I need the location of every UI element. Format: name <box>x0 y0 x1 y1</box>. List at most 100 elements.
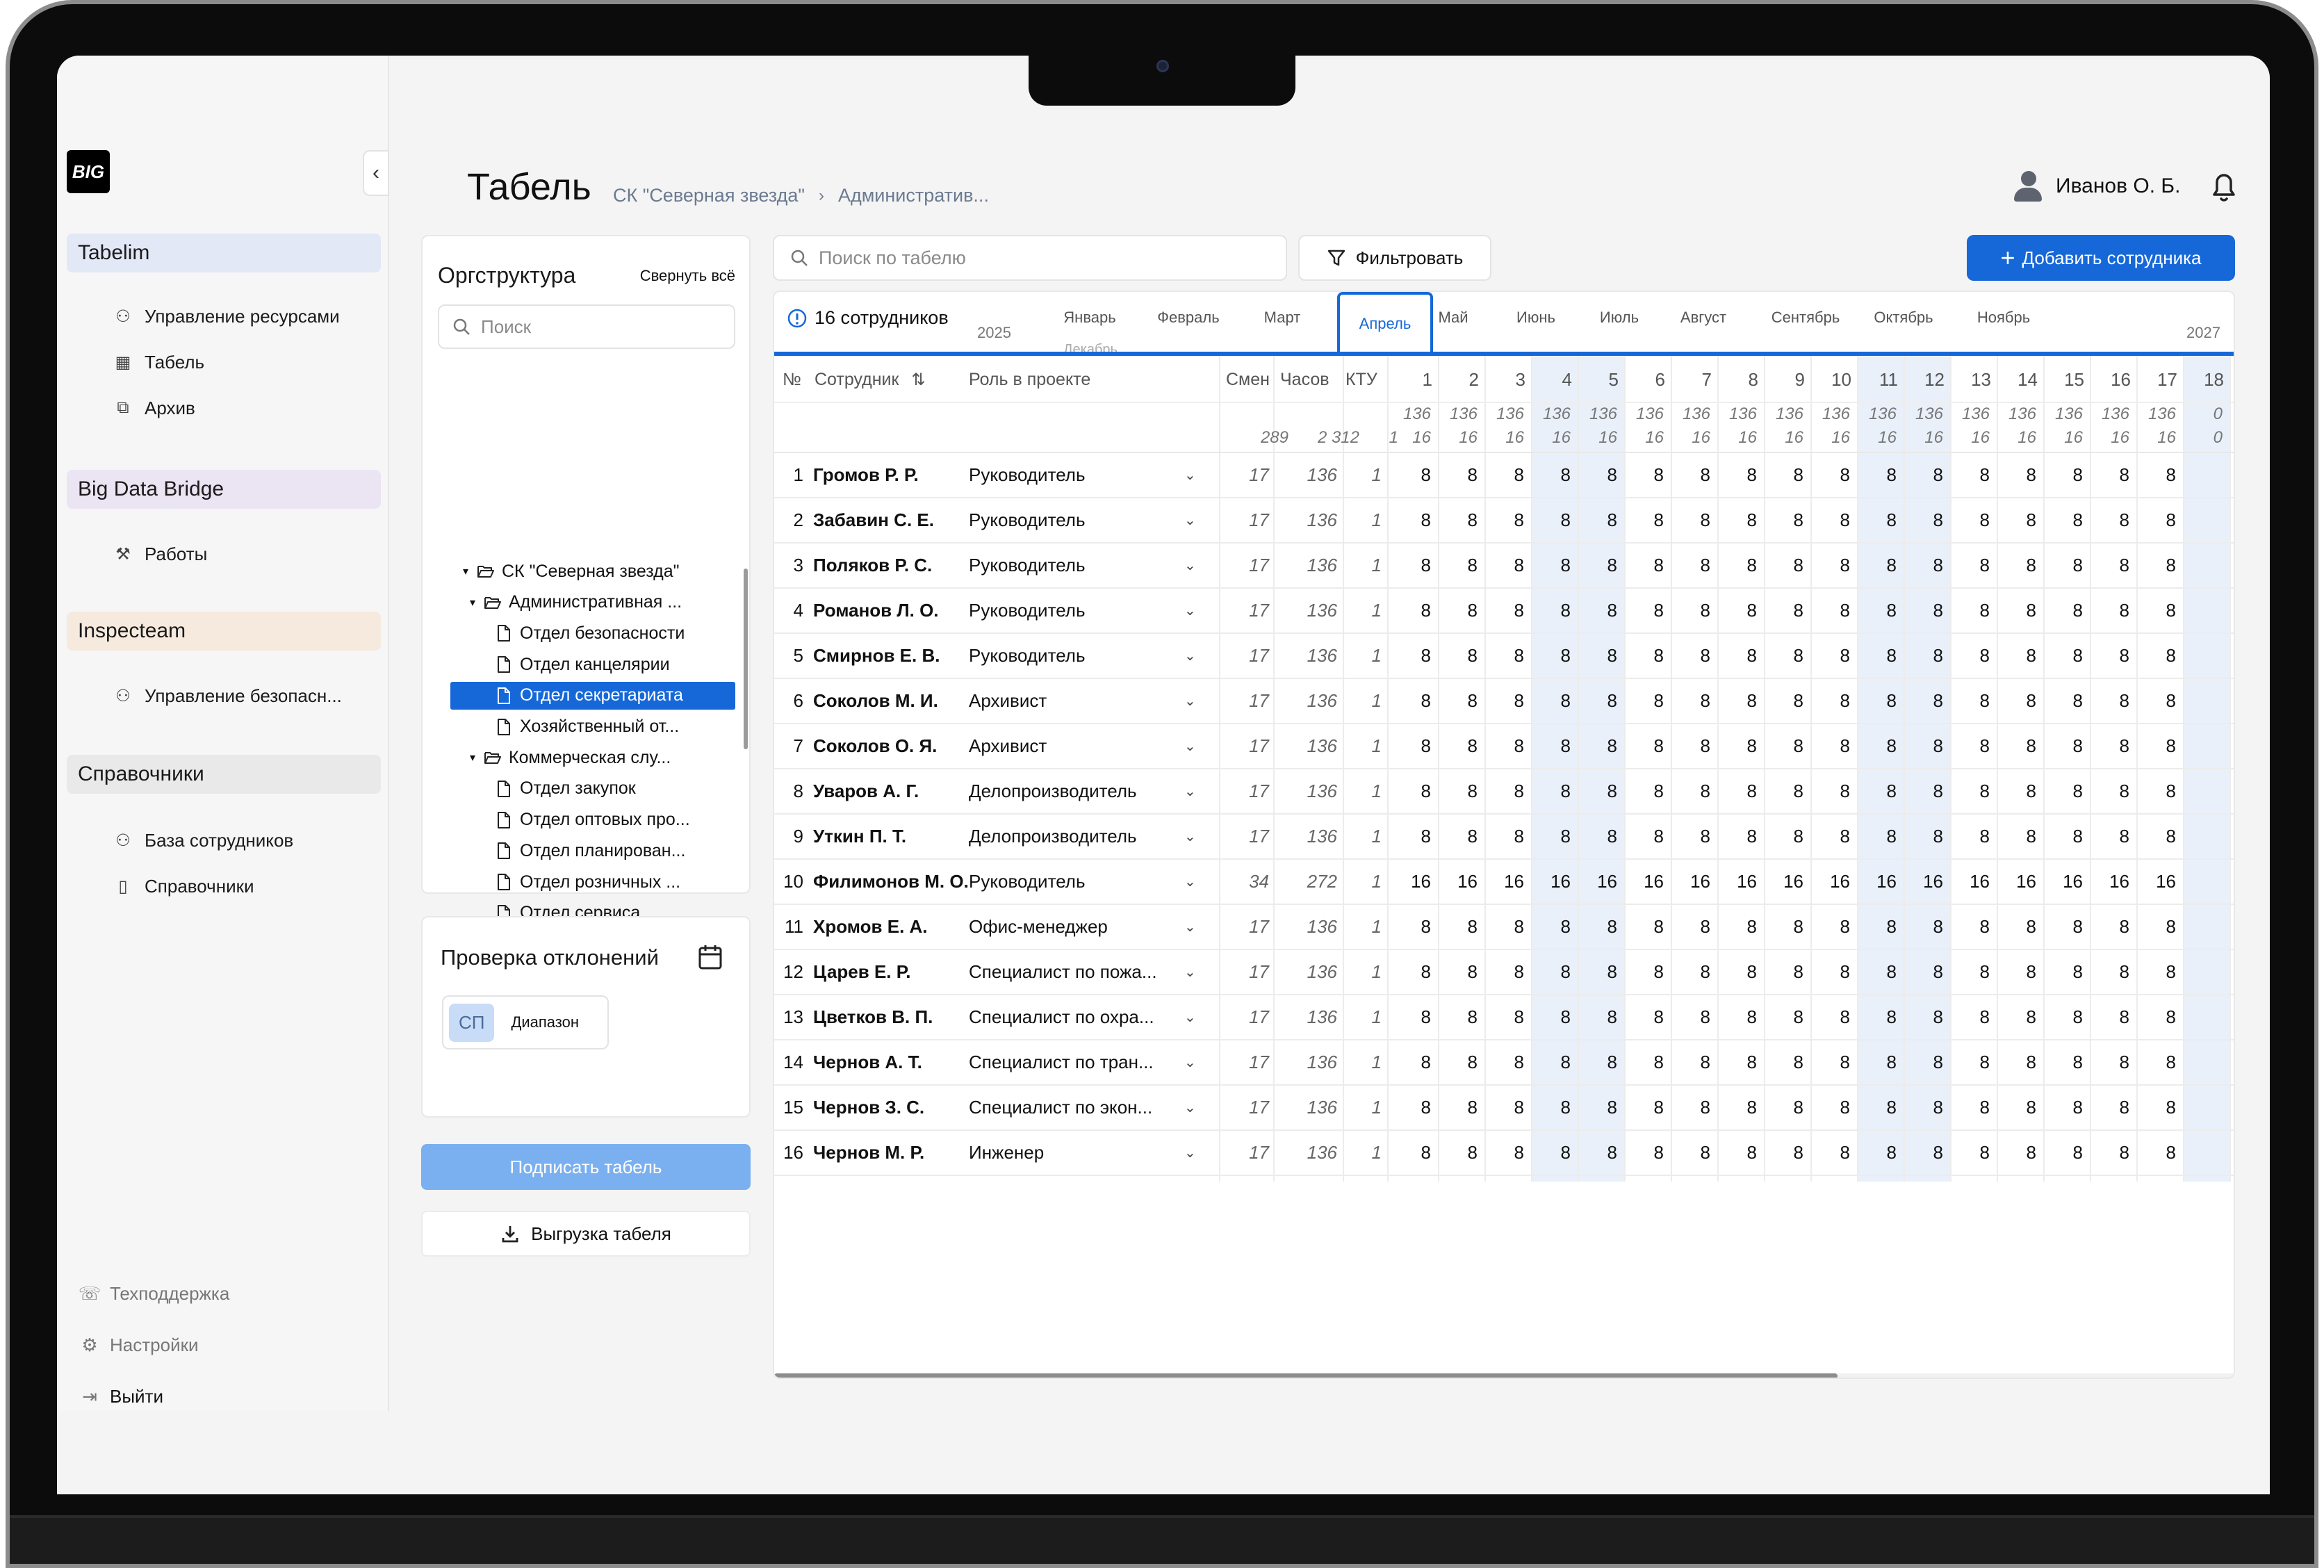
day-cell[interactable]: 8 <box>1904 1086 1943 1129</box>
sidebar-item-0-1[interactable]: ▦ Табель <box>110 345 204 379</box>
day-cell[interactable]: 8 <box>1484 905 1524 949</box>
day-cell[interactable]: 8 <box>2136 589 2176 632</box>
day-cell[interactable]: 8 <box>1950 634 1990 678</box>
day-cell[interactable]: 8 <box>1857 905 1897 949</box>
role-select[interactable]: Архивист <box>969 724 1177 768</box>
day-cell[interactable]: 8 <box>2136 453 2176 497</box>
day-cell[interactable]: 8 <box>1624 589 1664 632</box>
day-cell[interactable]: 8 <box>1391 905 1431 949</box>
day-header[interactable]: 4 <box>1531 356 1572 403</box>
table-row[interactable]: 1 Громов Р. Р. Руководитель ⌄ 17 136 1 8 8 8 8 8 8 8 8… <box>774 453 2234 498</box>
day-cell[interactable]: 8 <box>1857 769 1897 813</box>
role-select[interactable]: Делопроизводитель <box>969 769 1177 813</box>
day-cell[interactable]: 8 <box>1578 724 1617 768</box>
table-row[interactable]: 13 Цветков В. П. Специалист по охра... ⌄ 17 1… <box>774 995 2234 1040</box>
day-cell[interactable]: 8 <box>1764 498 1803 542</box>
day-cell[interactable]: 8 <box>1484 1131 1524 1175</box>
day-cell[interactable]: 8 <box>1671 1131 1710 1175</box>
day-cell[interactable]: 8 <box>2090 544 2129 587</box>
col-employee[interactable]: Сотрудник ⇅ <box>815 356 926 403</box>
table-row[interactable]: 9 Уткин П. Т. Делопроизводитель ⌄ 17 136 1 8 8 8 8… <box>774 815 2234 860</box>
day-cell[interactable]: 8 <box>2043 1040 2083 1084</box>
day-cell[interactable]: 8 <box>1997 453 2036 497</box>
role-select[interactable]: Специалист по охра... <box>969 995 1177 1039</box>
tree-node[interactable]: Отдел закупок <box>493 775 636 803</box>
day-cell[interactable]: 8 <box>1764 950 1803 994</box>
day-cell[interactable]: 8 <box>2043 679 2083 723</box>
day-cell[interactable]: 8 <box>1624 1086 1664 1129</box>
role-select[interactable]: Офис-менеджер <box>969 905 1177 949</box>
tree-node[interactable]: ▾ СК "Северная звезда" <box>463 557 680 585</box>
day-header[interactable]: 13 <box>1950 356 1991 403</box>
day-cell[interactable]: 8 <box>1764 453 1803 497</box>
day-header[interactable]: 18 <box>2183 356 2224 403</box>
day-cell[interactable]: 8 <box>1391 769 1431 813</box>
day-header[interactable]: 11 <box>1857 356 1898 403</box>
day-header[interactable]: 16 <box>2090 356 2131 403</box>
day-cell[interactable]: 8 <box>1904 950 1943 994</box>
table-row[interactable]: 8 Уваров А. Г. Делопроизводитель ⌄ 17 136 1 8 8 8… <box>774 769 2234 815</box>
day-cell[interactable]: 8 <box>1624 498 1664 542</box>
day-cell[interactable]: 8 <box>2043 1131 2083 1175</box>
day-cell[interactable]: 8 <box>1484 634 1524 678</box>
day-header[interactable]: 15 <box>2043 356 2084 403</box>
day-cell[interactable]: 8 <box>1578 453 1617 497</box>
day-cell[interactable]: 8 <box>1578 905 1617 949</box>
day-header[interactable]: 7 <box>1671 356 1712 403</box>
day-cell[interactable]: 8 <box>1857 453 1897 497</box>
day-cell[interactable]: 8 <box>2043 498 2083 542</box>
tree-scrollbar[interactable] <box>744 569 748 749</box>
day-cell[interactable]: 8 <box>2043 589 2083 632</box>
org-search-input[interactable]: Поиск <box>438 304 735 349</box>
chevron-down-icon[interactable]: ⌄ <box>1184 860 1196 904</box>
day-cell[interactable]: 8 <box>1671 544 1710 587</box>
day-cell[interactable]: 16 <box>1624 860 1664 904</box>
day-cell[interactable]: 8 <box>1857 724 1897 768</box>
day-cell[interactable]: 8 <box>1950 544 1990 587</box>
day-cell[interactable]: 8 <box>1531 634 1571 678</box>
day-cell[interactable]: 8 <box>1438 679 1478 723</box>
day-cell[interactable]: 8 <box>2043 724 2083 768</box>
month-tab[interactable]: Май <box>1426 299 1480 336</box>
day-cell[interactable]: 16 <box>1764 860 1803 904</box>
table-row[interactable]: 3 Поляков Р. С. Руководитель ⌄ 17 136 1 8 8 8 8 8 8 8… <box>774 544 2234 589</box>
day-cell[interactable]: 8 <box>1391 724 1431 768</box>
tree-node[interactable]: ▾ Административная ... <box>470 589 682 616</box>
table-row[interactable]: 11 Хромов Е. А. Офис-менеджер ⌄ 17 136 1 8 8 8 8 8 8… <box>774 905 2234 950</box>
day-header[interactable]: 10 <box>1810 356 1851 403</box>
day-cell[interactable]: 8 <box>1717 815 1757 858</box>
chevron-down-icon[interactable]: ⌄ <box>1184 950 1196 994</box>
day-cell[interactable]: 8 <box>1578 950 1617 994</box>
day-cell[interactable]: 8 <box>1578 1131 1617 1175</box>
day-header[interactable]: 14 <box>1997 356 2038 403</box>
export-timesheet-button[interactable]: Выгрузка табеля <box>421 1211 751 1257</box>
day-cell[interactable]: 8 <box>1810 769 1850 813</box>
sidebar-footer-2[interactable]: ⇥ Выйти <box>78 1379 163 1414</box>
day-cell[interactable]: 8 <box>2090 905 2129 949</box>
day-cell[interactable]: 8 <box>1671 815 1710 858</box>
day-cell[interactable]: 8 <box>1391 1131 1431 1175</box>
day-header[interactable]: 17 <box>2136 356 2177 403</box>
day-cell[interactable]: 8 <box>1997 634 2036 678</box>
collapse-all-button[interactable]: Свернуть всё <box>640 267 735 285</box>
day-cell[interactable]: 8 <box>2090 634 2129 678</box>
day-cell[interactable]: 8 <box>1531 1131 1571 1175</box>
day-cell[interactable]: 8 <box>1717 634 1757 678</box>
chevron-down-icon[interactable]: ⌄ <box>1184 1040 1196 1084</box>
day-cell[interactable]: 8 <box>1764 679 1803 723</box>
day-cell[interactable]: 8 <box>1438 634 1478 678</box>
sidebar-group-0[interactable]: Tabelim <box>67 234 381 272</box>
day-header[interactable]: 5 <box>1578 356 1619 403</box>
day-cell[interactable]: 8 <box>1950 679 1990 723</box>
day-cell[interactable]: 16 <box>1810 860 1850 904</box>
day-cell[interactable]: 8 <box>2136 815 2176 858</box>
day-cell[interactable]: 8 <box>1950 498 1990 542</box>
chip-sp[interactable]: СП <box>449 1003 495 1042</box>
day-cell[interactable]: 8 <box>1997 995 2036 1039</box>
month-tab[interactable]: Январь <box>1045 299 1134 336</box>
day-cell[interactable]: 8 <box>1484 498 1524 542</box>
day-cell[interactable]: 8 <box>1810 950 1850 994</box>
day-cell[interactable]: 8 <box>1997 679 2036 723</box>
day-cell[interactable]: 8 <box>1904 544 1943 587</box>
day-cell[interactable]: 16 <box>2090 860 2129 904</box>
